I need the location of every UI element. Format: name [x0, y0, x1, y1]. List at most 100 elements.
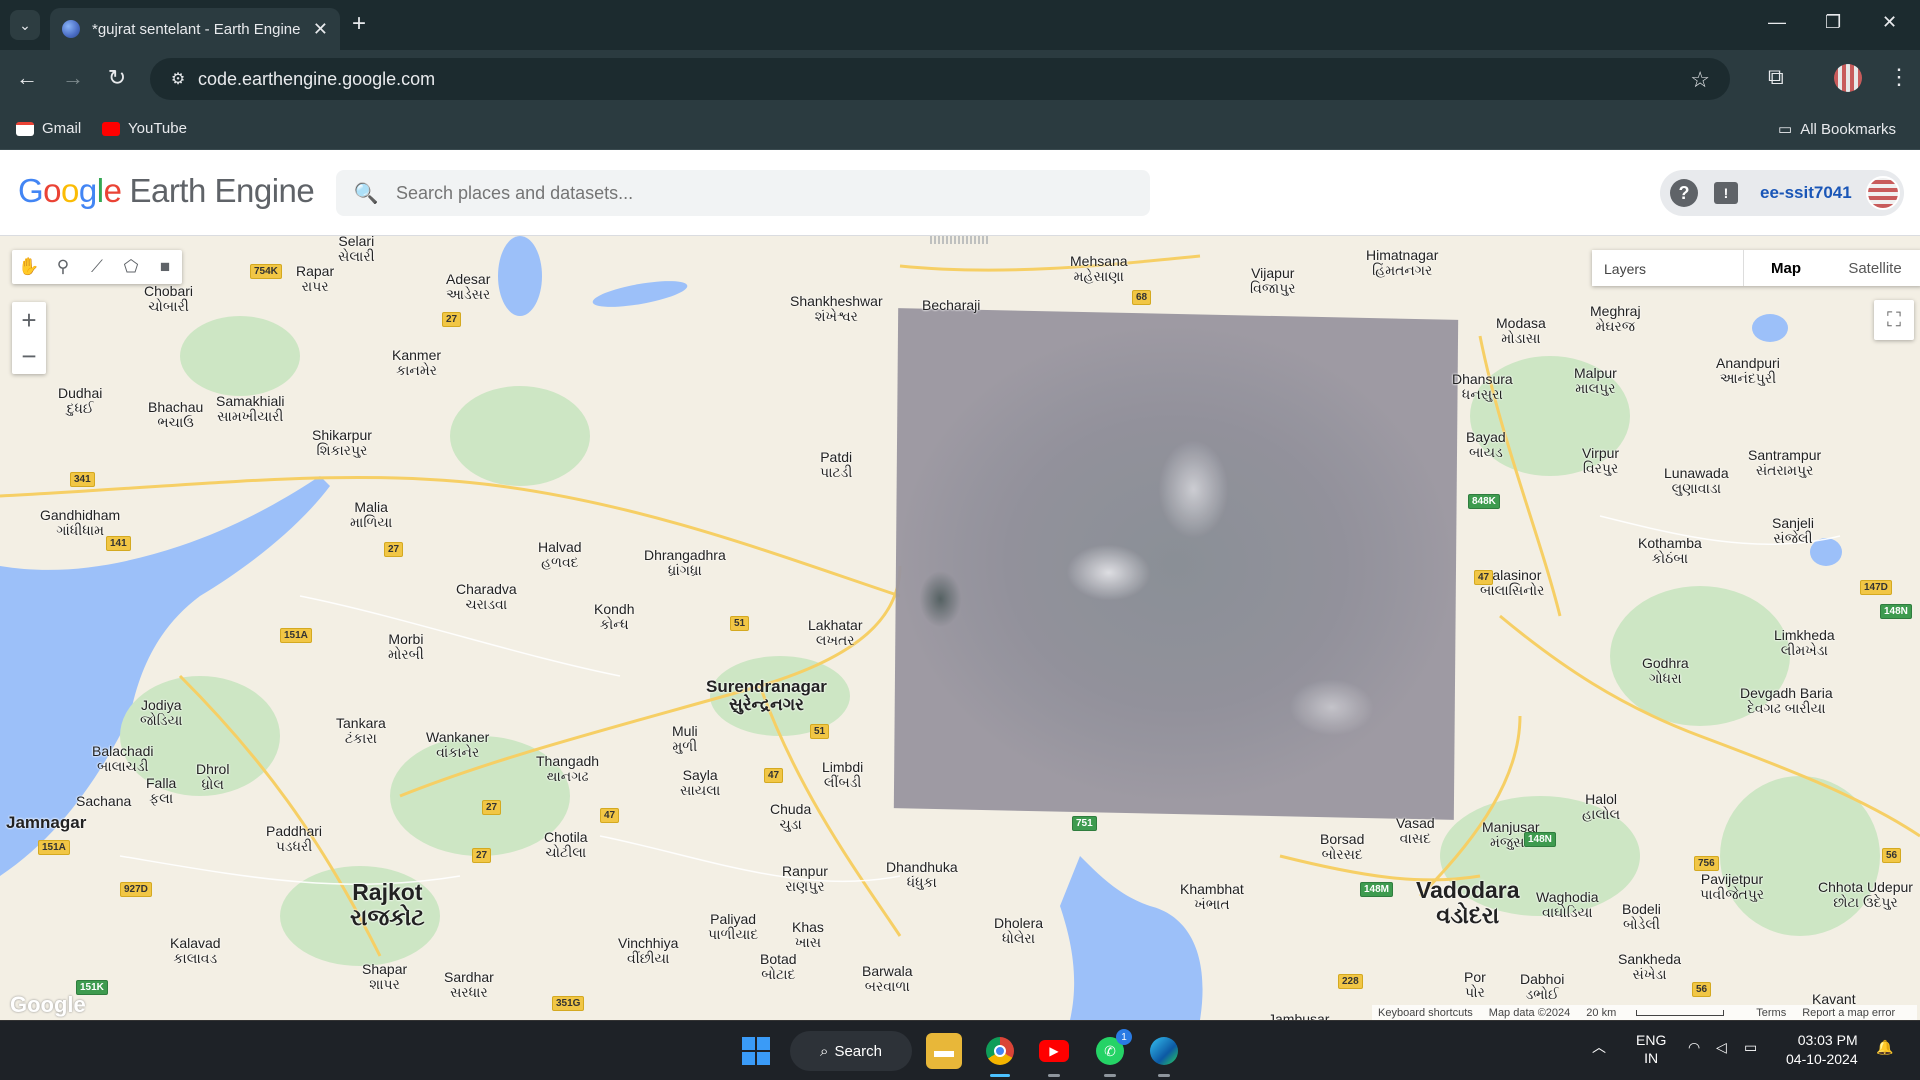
city-label: Sankheda સંખેડા	[1618, 951, 1682, 982]
battery-icon[interactable]: ▭	[1744, 1039, 1757, 1056]
pan-hand-icon[interactable]: ✋	[12, 250, 46, 284]
bookmark-youtube[interactable]: YouTube	[102, 120, 187, 137]
draw-line-icon[interactable]: ⟋	[80, 250, 114, 284]
city-label: Kanmer કાનમેર	[392, 347, 442, 378]
scale-indicator[interactable]: 20 km	[1586, 1007, 1740, 1019]
zoom-in-button[interactable]: +	[12, 302, 46, 338]
city-label: Meghraj મેઘરજ	[1590, 303, 1641, 334]
forward-button[interactable]: →	[58, 66, 88, 90]
city-label: Dholera ધોલેરા	[994, 915, 1044, 946]
new-tab-button[interactable]: +	[352, 12, 366, 36]
address-bar[interactable]: ⚙ code.earthengine.google.com ☆	[150, 58, 1730, 100]
edge-icon[interactable]	[1146, 1033, 1182, 1077]
file-explorer-icon[interactable]: ▬	[926, 1033, 962, 1069]
city-label: Patdi પાટડી	[820, 449, 853, 480]
profile-avatar[interactable]	[1834, 64, 1862, 92]
all-bookmarks[interactable]: ▭ All Bookmarks	[1778, 120, 1896, 139]
map-view[interactable]: Selari સેલારી Rapar રાપર Chobari ચોબારી Ade…	[0, 236, 1920, 1020]
restore-button[interactable]: ❐	[1825, 12, 1841, 33]
city-label: Shankheshwar શંખેશ્વર	[790, 293, 883, 324]
volume-icon[interactable]: ◁	[1716, 1039, 1727, 1056]
city-label: Morbi મોરબી	[388, 631, 424, 662]
city-label: Dhrangadhra ધ્રાંગધ્રા	[644, 547, 726, 578]
zoom-out-button[interactable]: −	[12, 338, 46, 374]
wifi-icon[interactable]: ◠	[1688, 1039, 1700, 1056]
city-label: Barwala બરવાળા	[862, 963, 913, 994]
city-label: Khas ખાસ	[792, 919, 824, 950]
layers-dropdown[interactable]: Layers	[1592, 250, 1744, 286]
city-label: Borsad બોરસદ	[1320, 831, 1365, 862]
whatsapp-icon[interactable]: ✆ 1	[1092, 1029, 1132, 1077]
highway-shield: 927D	[120, 882, 152, 897]
add-marker-icon[interactable]: ⚲	[46, 250, 80, 284]
draw-polygon-icon[interactable]: ⬠	[114, 250, 148, 284]
city-label: Dhandhuka ધંધુકા	[886, 859, 958, 890]
extensions-icon[interactable]: ⧉	[1768, 64, 1784, 90]
browser-menu-icon[interactable]: ⋮	[1888, 64, 1910, 90]
windows-logo-icon	[742, 1037, 770, 1065]
active-tab[interactable]: *gujrat sentelant - Earth Engine ✕	[50, 8, 340, 50]
highway-shield: 56	[1882, 848, 1902, 863]
tab-title: *gujrat sentelant - Earth Engine	[92, 20, 301, 38]
city-label: Shapar શાપર	[362, 961, 408, 992]
city-label: Waghodia વાઘોડિયા	[1536, 889, 1599, 920]
site-info-icon[interactable]: ⚙	[158, 69, 198, 89]
terms-link[interactable]: Terms	[1756, 1007, 1786, 1019]
highway-shield: 47	[600, 808, 620, 823]
bookmark-star-icon[interactable]: ☆	[1690, 67, 1710, 93]
draw-rectangle-icon[interactable]: ■	[148, 250, 182, 284]
city-label: Sachana	[76, 793, 132, 809]
city-label-major: Vadodara વડોદરા	[1416, 877, 1520, 928]
city-label: Godhra ગોધરા	[1642, 655, 1689, 686]
highway-shield: 47	[1474, 570, 1494, 585]
highway-shield: 56	[1692, 982, 1712, 997]
folder-icon: ▭	[1778, 121, 1793, 138]
show-hidden-icons-chevron-icon[interactable]: ︿	[1592, 1037, 1606, 1057]
highway-shield: 151A	[38, 840, 70, 855]
bookmark-gmail[interactable]: Gmail	[16, 120, 81, 137]
reload-button[interactable]: ↻	[102, 66, 132, 90]
highway-shield: 848K	[1468, 494, 1500, 509]
taskbar-search[interactable]: ⌕ Search	[790, 1031, 912, 1071]
language-code: ENG	[1636, 1032, 1667, 1048]
fullscreen-button[interactable]: ⛶	[1874, 300, 1914, 340]
minimize-button[interactable]: —	[1768, 12, 1786, 33]
report-error-link[interactable]: Report a map error	[1802, 1007, 1895, 1019]
city-label: Shikarpur શિકારપુર	[312, 427, 372, 458]
city-label: Charadva ચરાડવા	[456, 581, 517, 612]
feedback-icon[interactable]: !	[1714, 182, 1738, 204]
url-text[interactable]: code.earthengine.google.com	[198, 69, 435, 90]
highway-shield: 341	[70, 472, 95, 487]
close-tab-icon[interactable]: ✕	[313, 19, 328, 40]
city-label: Anandpuri આનંદપુરી	[1716, 355, 1780, 386]
start-button[interactable]	[738, 1033, 774, 1069]
city-label: Ranpur રાણપુર	[782, 863, 828, 894]
language-indicator[interactable]: ENG IN	[1636, 1031, 1666, 1067]
panel-resize-handle[interactable]	[930, 236, 990, 244]
taskbar-search-label: Search	[834, 1042, 882, 1060]
username[interactable]: ee-ssit7041	[1760, 183, 1852, 203]
places-search-box[interactable]: 🔍	[336, 170, 1150, 216]
youtube-app-icon[interactable]: ▶	[1036, 1033, 1072, 1077]
tab-search-button[interactable]: ⌄	[10, 10, 40, 40]
earth-engine-logo[interactable]: Google Earth Engine	[18, 172, 315, 210]
user-avatar[interactable]	[1865, 176, 1900, 210]
user-controls: ? ! ee-ssit7041	[1660, 170, 1904, 216]
city-label: Muli મુળી	[672, 723, 698, 754]
city-label: Modasa મોડાસા	[1496, 315, 1546, 346]
close-window-button[interactable]: ✕	[1882, 12, 1897, 33]
notification-bell-icon[interactable]: 🔔	[1876, 1039, 1893, 1056]
city-label: Tankara ટંકારા	[336, 715, 386, 746]
search-input[interactable]	[396, 182, 1096, 204]
system-clock[interactable]: 03:03 PM 04-10-2024	[1786, 1031, 1858, 1069]
highway-shield: 148N	[1524, 832, 1556, 847]
map-type-satellite-button[interactable]: Satellite	[1828, 250, 1920, 286]
back-button[interactable]: ←	[12, 66, 42, 90]
help-icon[interactable]: ?	[1670, 179, 1698, 207]
chrome-icon[interactable]	[982, 1033, 1018, 1077]
city-label: Balachadi બાલાચડી	[92, 743, 154, 774]
highway-shield: 151A	[280, 628, 312, 643]
highway-shield: 148N	[1880, 604, 1912, 619]
map-type-map-button[interactable]: Map	[1744, 250, 1828, 286]
keyboard-shortcuts-link[interactable]: Keyboard shortcuts	[1378, 1007, 1473, 1019]
